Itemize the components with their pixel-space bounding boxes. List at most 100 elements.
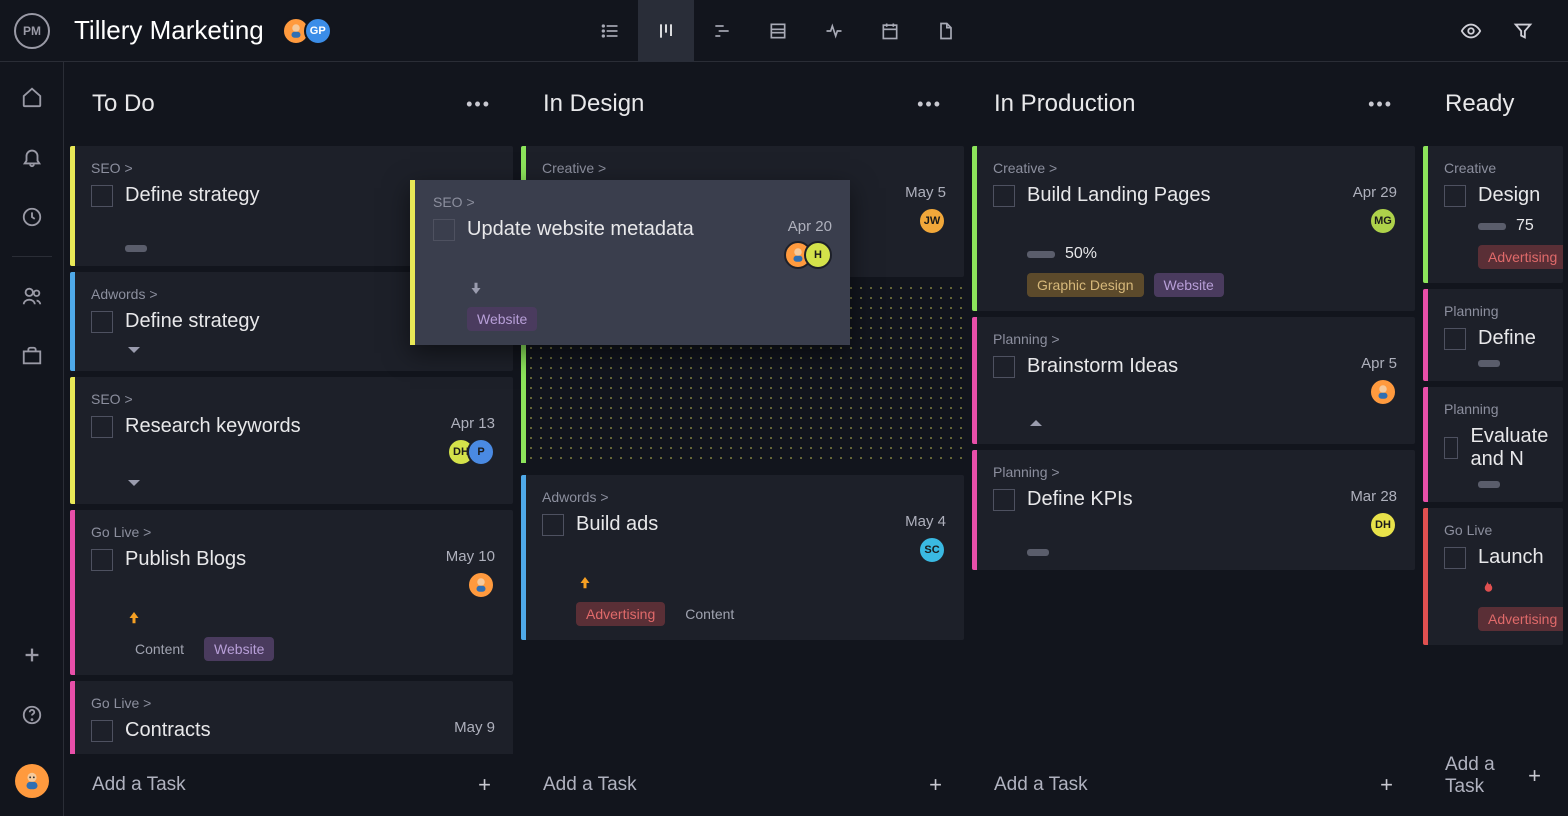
- complete-checkbox[interactable]: [542, 514, 564, 536]
- task-breadcrumb[interactable]: Creative: [1444, 160, 1545, 176]
- filter-icon[interactable]: [1512, 20, 1534, 42]
- activity-view-tab[interactable]: [806, 0, 862, 62]
- assignee-avatars[interactable]: MG: [1353, 207, 1397, 235]
- app-logo[interactable]: PM: [14, 13, 50, 49]
- recent-icon[interactable]: [21, 206, 43, 228]
- task-card[interactable]: Go Live Launch Advertising: [1423, 508, 1563, 645]
- column-menu-icon[interactable]: •••: [917, 94, 942, 115]
- complete-checkbox[interactable]: [91, 549, 113, 571]
- visibility-icon[interactable]: [1460, 20, 1482, 42]
- task-title[interactable]: Contracts: [125, 719, 211, 742]
- task-breadcrumb[interactable]: SEO >: [433, 194, 832, 210]
- assignee-avatars[interactable]: JW: [905, 207, 946, 235]
- files-view-tab[interactable]: [918, 0, 974, 62]
- assignee-avatars[interactable]: H: [788, 241, 832, 269]
- task-title[interactable]: Define: [1478, 327, 1536, 350]
- task-breadcrumb[interactable]: Creative >: [542, 160, 946, 176]
- task-breadcrumb[interactable]: Planning >: [993, 331, 1397, 347]
- column-title[interactable]: To Do: [92, 90, 155, 118]
- assignee-avatars[interactable]: DHP: [451, 438, 495, 466]
- task-breadcrumb[interactable]: Adwords >: [542, 489, 946, 505]
- task-title[interactable]: Define strategy: [125, 310, 260, 333]
- tag[interactable]: Content: [675, 602, 744, 626]
- gantt-view-tab[interactable]: [694, 0, 750, 62]
- add-task-button[interactable]: Add a Task+: [521, 754, 964, 816]
- calendar-view-tab[interactable]: [862, 0, 918, 62]
- assignee-avatars[interactable]: SC: [905, 536, 946, 564]
- task-breadcrumb[interactable]: Planning: [1444, 303, 1545, 319]
- column-body[interactable]: Creative >Build Landing PagesApr 29MG50%…: [972, 146, 1415, 754]
- complete-checkbox[interactable]: [91, 720, 113, 742]
- complete-checkbox[interactable]: [91, 416, 113, 438]
- complete-checkbox[interactable]: [993, 489, 1015, 511]
- column-menu-icon[interactable]: •••: [1368, 94, 1393, 115]
- task-title[interactable]: Define KPIs: [1027, 488, 1133, 511]
- task-title[interactable]: Design: [1478, 184, 1540, 207]
- team-icon[interactable]: [21, 285, 43, 307]
- complete-checkbox[interactable]: [433, 219, 455, 241]
- tag[interactable]: Website: [1154, 273, 1224, 297]
- current-user-avatar[interactable]: [15, 764, 49, 798]
- complete-checkbox[interactable]: [1444, 328, 1466, 350]
- tag[interactable]: Advertising: [576, 602, 665, 626]
- help-icon[interactable]: [21, 704, 43, 726]
- task-card[interactable]: PlanningEvaluate and N: [1423, 387, 1563, 502]
- assignee-avatars[interactable]: DH: [1350, 511, 1397, 539]
- task-breadcrumb[interactable]: Creative >: [993, 160, 1397, 176]
- tag[interactable]: Website: [467, 307, 537, 331]
- column-title[interactable]: Ready: [1445, 90, 1514, 118]
- sheet-view-tab[interactable]: [750, 0, 806, 62]
- task-card[interactable]: Adwords >Build adsMay 4SCAdvertisingCont…: [521, 475, 964, 640]
- task-card[interactable]: Go Live >Publish BlogsMay 10ContentWebsi…: [70, 510, 513, 675]
- task-card[interactable]: CreativeDesign75Advertising: [1423, 146, 1563, 283]
- task-card[interactable]: Planning >Define KPIsMar 28DH: [972, 450, 1415, 570]
- member-avatars[interactable]: GP: [288, 17, 332, 45]
- notifications-icon[interactable]: [21, 146, 43, 168]
- task-title[interactable]: Update website metadata: [467, 218, 694, 241]
- task-title[interactable]: Define strategy: [125, 184, 260, 207]
- task-breadcrumb[interactable]: Go Live >: [91, 695, 495, 711]
- task-breadcrumb[interactable]: SEO >: [91, 391, 495, 407]
- task-title[interactable]: Brainstorm Ideas: [1027, 355, 1178, 378]
- tag[interactable]: Website: [204, 637, 274, 661]
- task-breadcrumb[interactable]: SEO >: [91, 160, 495, 176]
- task-breadcrumb[interactable]: Planning >: [993, 464, 1397, 480]
- complete-checkbox[interactable]: [993, 356, 1015, 378]
- column-body[interactable]: CreativeDesign75AdvertisingPlanningDefin…: [1423, 146, 1563, 736]
- board-view-tab[interactable]: [638, 0, 694, 62]
- home-icon[interactable]: [21, 86, 43, 108]
- column-title[interactable]: In Production: [994, 90, 1135, 118]
- task-card[interactable]: Planning >Brainstorm IdeasApr 5: [972, 317, 1415, 444]
- task-title[interactable]: Build Landing Pages: [1027, 184, 1210, 207]
- dragging-card[interactable]: SEO >Update website metadataApr 20HWebsi…: [410, 180, 850, 345]
- task-title[interactable]: Build ads: [576, 513, 658, 536]
- add-icon[interactable]: [21, 644, 43, 666]
- project-title[interactable]: Tillery Marketing: [74, 15, 264, 46]
- complete-checkbox[interactable]: [91, 185, 113, 207]
- column-menu-icon[interactable]: •••: [466, 94, 491, 115]
- complete-checkbox[interactable]: [1444, 185, 1466, 207]
- add-task-button[interactable]: Add a Task+: [1423, 736, 1563, 816]
- assignee-avatars[interactable]: [446, 571, 495, 599]
- portfolio-icon[interactable]: [21, 345, 43, 367]
- task-card[interactable]: SEO >Research keywordsApr 13DHP: [70, 377, 513, 504]
- tag[interactable]: Advertising: [1478, 245, 1563, 269]
- complete-checkbox[interactable]: [1444, 437, 1458, 459]
- complete-checkbox[interactable]: [91, 311, 113, 333]
- complete-checkbox[interactable]: [993, 185, 1015, 207]
- task-breadcrumb[interactable]: Go Live: [1444, 522, 1545, 538]
- add-task-button[interactable]: Add a Task+: [70, 754, 513, 816]
- add-task-button[interactable]: Add a Task+: [972, 754, 1415, 816]
- assignee-avatars[interactable]: [1361, 378, 1397, 406]
- tag[interactable]: Advertising: [1478, 607, 1563, 631]
- tag[interactable]: Content: [125, 637, 194, 661]
- task-title[interactable]: Launch: [1478, 546, 1544, 569]
- task-title[interactable]: Publish Blogs: [125, 548, 246, 571]
- task-breadcrumb[interactable]: Go Live >: [91, 524, 495, 540]
- task-card[interactable]: Creative >Build Landing PagesApr 29MG50%…: [972, 146, 1415, 311]
- task-title[interactable]: Evaluate and N: [1470, 425, 1555, 471]
- complete-checkbox[interactable]: [1444, 547, 1466, 569]
- task-card[interactable]: Planning Define: [1423, 289, 1563, 381]
- kanban-board[interactable]: To Do•••SEO >Define strategyApr 11JWAdwo…: [64, 62, 1568, 816]
- tag[interactable]: Graphic Design: [1027, 273, 1144, 297]
